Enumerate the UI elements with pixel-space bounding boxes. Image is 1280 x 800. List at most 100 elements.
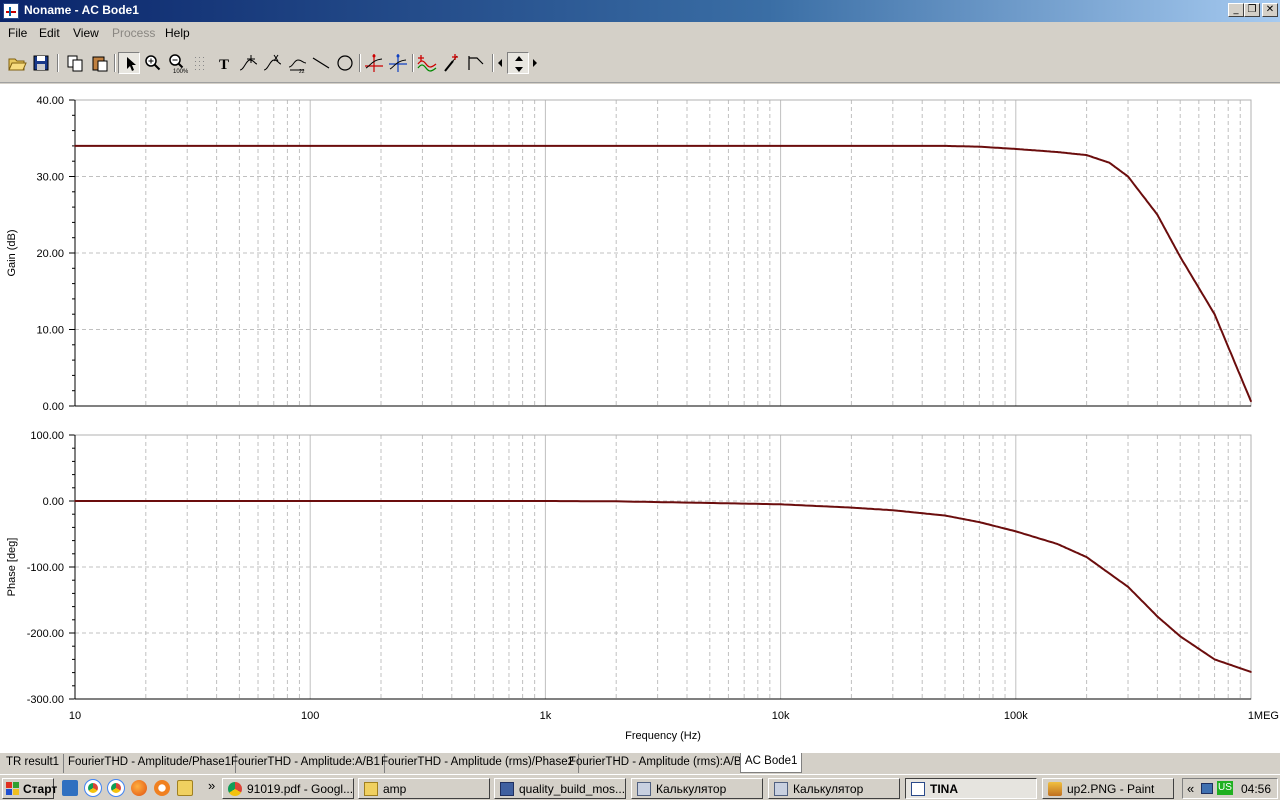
start-button[interactable]: Старт (2, 778, 58, 799)
task-label: Калькулятор (793, 782, 864, 796)
tina-icon (911, 782, 925, 796)
waveform-icon[interactable] (416, 52, 438, 74)
line-tool-icon[interactable] (310, 52, 332, 74)
y-axis-label: Phase [deg] (6, 538, 18, 597)
x-tick-label: 100k (1004, 710, 1028, 722)
data-point (1213, 658, 1216, 661)
add-axis-icon[interactable]: 22 (286, 52, 308, 74)
media-player-icon[interactable] (154, 780, 170, 796)
task-button-calculator-2[interactable]: Калькулятор (768, 778, 900, 799)
pointer-icon[interactable] (118, 52, 140, 74)
menu-file[interactable]: File (8, 26, 27, 40)
gain-curve[interactable] (75, 144, 1252, 402)
phase-curve[interactable] (75, 500, 1252, 673)
task-button-calculator-1[interactable]: Калькулятор (631, 778, 763, 799)
menu-view[interactable]: View (73, 26, 99, 40)
save-icon[interactable] (30, 52, 52, 74)
taskbar: Старт » 91019.pdf - Googl... amp quality… (0, 774, 1280, 800)
data-point (544, 145, 547, 147)
grid-icon[interactable] (190, 52, 212, 74)
data-point (779, 503, 782, 506)
task-label: up2.PNG - Paint (1067, 782, 1155, 796)
arrow-right-icon[interactable] (530, 52, 540, 74)
cursor-a-icon[interactable] (363, 52, 385, 74)
task-label: 91019.pdf - Googl... (247, 782, 354, 796)
open-folder-icon[interactable] (6, 52, 28, 74)
data-point (1056, 151, 1059, 153)
text-tool-icon[interactable]: T (214, 52, 236, 74)
zoom-in-icon[interactable] (142, 52, 164, 74)
explorer-folder-icon[interactable] (177, 780, 193, 796)
task-label: amp (383, 782, 407, 796)
y-tick-label: 40.00 (36, 95, 64, 107)
start-label: Старт (23, 782, 58, 796)
show-desktop-icon[interactable] (62, 780, 78, 796)
data-point (1250, 671, 1252, 673)
network-icon[interactable] (1201, 783, 1213, 794)
data-point (708, 502, 711, 504)
title-bar: Noname - AC Bode1 _ ❐ ✕ (0, 0, 1280, 22)
data-point (978, 521, 981, 523)
menu-process[interactable]: Process (112, 26, 155, 40)
data-point (1085, 556, 1088, 558)
zoom-100-icon[interactable]: 100% (166, 52, 188, 74)
folder-icon (364, 782, 378, 796)
data-point (779, 145, 782, 147)
svg-text:T: T (219, 57, 229, 73)
y-tick-label: 30.00 (36, 172, 64, 184)
task-label: Калькулятор (656, 782, 727, 796)
close-button[interactable]: ✕ (1262, 3, 1278, 17)
probe-icon[interactable] (440, 52, 462, 74)
calculator-icon (774, 782, 788, 796)
slope-icon[interactable] (465, 52, 487, 74)
tab-fourierthd-amplitude-phase1[interactable]: FourierTHD - Amplitude/Phase1 (64, 754, 236, 773)
tab-ac-bode1[interactable]: AC Bode1 (740, 753, 803, 773)
x-tick-label: 1MEG (1248, 710, 1279, 722)
paint-icon (1048, 782, 1062, 796)
task-button-pdf[interactable]: 91019.pdf - Googl... (222, 778, 354, 799)
data-point (850, 506, 853, 509)
paste-icon[interactable] (89, 52, 111, 74)
cursor-b-icon[interactable] (387, 52, 409, 74)
maximize-button[interactable]: ❐ (1244, 3, 1260, 17)
menu-edit[interactable]: Edit (39, 26, 60, 40)
add-marker-alt-icon[interactable] (261, 52, 283, 74)
firefox-icon[interactable] (131, 780, 147, 796)
task-label: TINA (930, 782, 958, 796)
data-point (1015, 530, 1017, 533)
task-button-amp[interactable]: amp (358, 778, 490, 799)
menu-bar: File Edit View Process Help (0, 22, 1280, 43)
quick-launch-chevron[interactable]: » (208, 778, 215, 793)
data-point (1085, 154, 1088, 156)
tab-tr-result1[interactable]: TR result1 (2, 754, 65, 773)
circle-tool-icon[interactable] (334, 52, 356, 74)
copy-icon[interactable] (64, 52, 86, 74)
tab-fourierthd-amplitude-ab1[interactable]: FourierTHD - Amplitude:A/B1 (227, 754, 385, 773)
app-icon[interactable] (3, 3, 19, 19)
svg-text:22: 22 (299, 69, 305, 74)
data-point (1156, 615, 1159, 618)
minimize-button[interactable]: _ (1228, 3, 1244, 17)
data-point (615, 500, 618, 503)
menu-help[interactable]: Help (165, 26, 190, 40)
task-button-paint[interactable]: up2.PNG - Paint (1042, 778, 1174, 799)
task-button-tina[interactable]: TINA (905, 778, 1037, 799)
data-point (544, 500, 547, 502)
data-point (1108, 161, 1111, 164)
bode-plot-area[interactable]: 40.00 30.00 20.00 10.00 0.00 Gain (dB) 100.00 0… (0, 84, 1280, 752)
chrome-icon[interactable] (84, 779, 102, 797)
chrome-icon (228, 782, 242, 796)
arrow-up-down-icon[interactable] (507, 52, 529, 74)
language-indicator[interactable]: US (1217, 781, 1233, 795)
tray-chevron[interactable]: « (1187, 781, 1194, 796)
tab-fourierthd-amplitude-rms-ab2[interactable]: FourierTHD - Amplitude (rms):A/B2 (565, 754, 753, 773)
chrome-alt-icon[interactable] (107, 779, 125, 797)
data-point (1250, 400, 1252, 403)
task-button-quality-build[interactable]: quality_build_mos... (494, 778, 626, 799)
data-point (944, 514, 946, 517)
y-axis-label: Gain (dB) (6, 229, 18, 276)
arrow-left-icon[interactable] (495, 52, 505, 74)
data-point (309, 500, 312, 502)
add-marker-icon[interactable] (237, 52, 259, 74)
tab-fourierthd-amplitude-rms-phase2[interactable]: FourierTHD - Amplitude (rms)/Phase2 (377, 754, 579, 773)
